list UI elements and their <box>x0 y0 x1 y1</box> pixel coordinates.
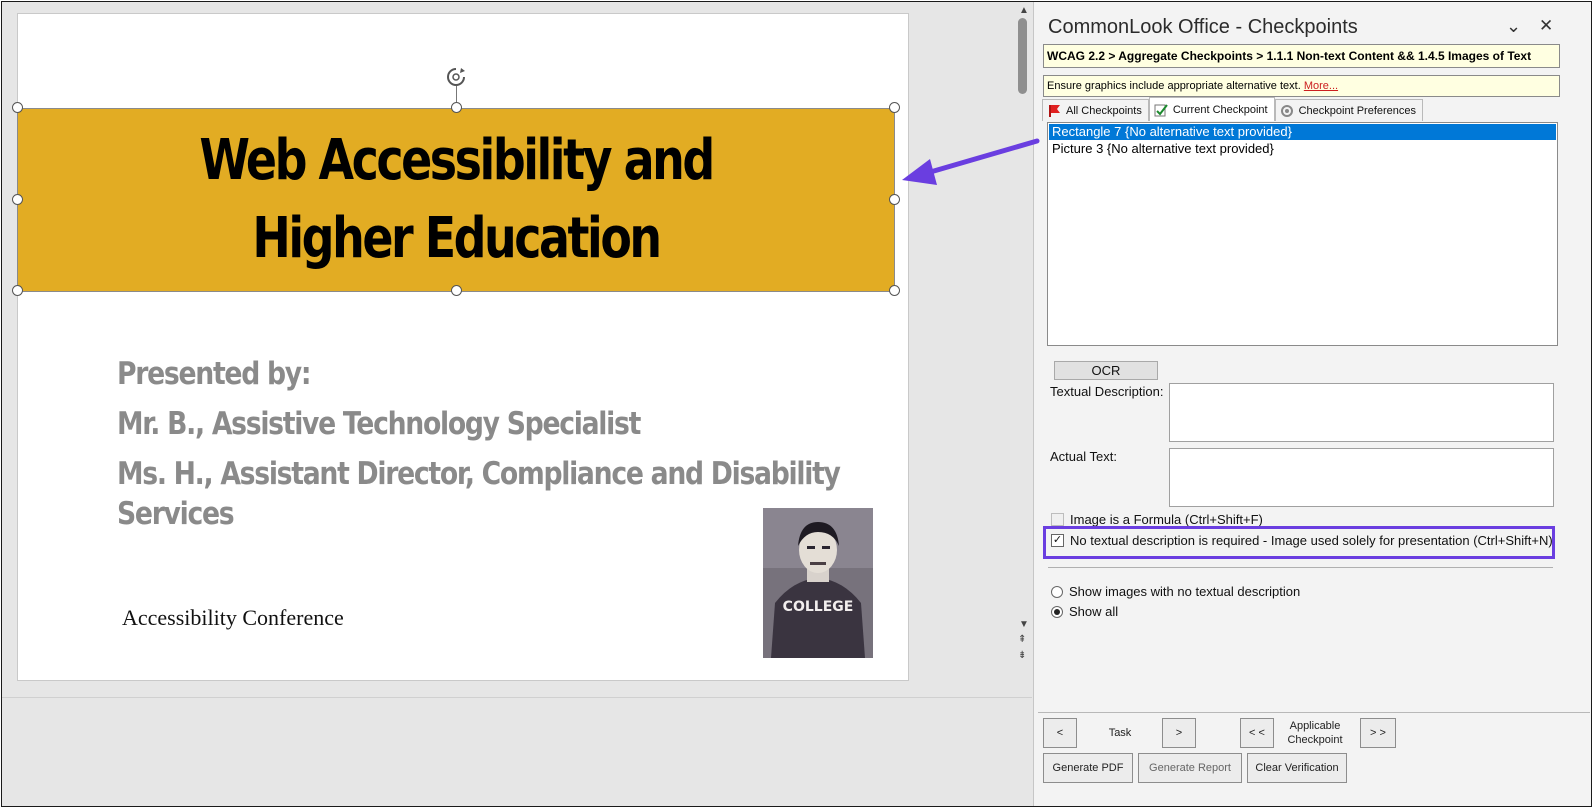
checkpoint-results-list[interactable]: Rectangle 7 {No alternative text provide… <box>1047 122 1558 346</box>
checkpoint-label: Checkpoint <box>1287 734 1343 746</box>
tab-current-checkpoint[interactable]: Current Checkpoint <box>1148 97 1275 121</box>
list-item[interactable]: Rectangle 7 {No alternative text provide… <box>1049 124 1556 140</box>
app-window: Web Accessibility and Higher Education P… <box>1 1 1592 807</box>
scroll-down-icon[interactable]: ▼ <box>1019 619 1029 630</box>
rotate-handle-icon[interactable] <box>444 66 468 88</box>
bottom-divider <box>1038 712 1590 713</box>
chevron-down-icon[interactable]: ⌄ <box>1506 16 1521 37</box>
preferences-icon <box>1280 104 1293 117</box>
resize-handle-middle-right[interactable] <box>889 194 900 205</box>
applicable-label: Applicable <box>1289 720 1341 732</box>
tab-all-checkpoints[interactable]: All Checkpoints <box>1042 99 1149 121</box>
checkpoint-icon <box>1154 103 1168 116</box>
panel-tabs: All Checkpoints Current Checkpoint Check… <box>1042 97 1424 121</box>
tab-label: All Checkpoints <box>1066 104 1142 117</box>
conference-text[interactable]: Accessibility Conference <box>122 605 344 631</box>
radio-show-all-row[interactable]: Show all <box>1051 604 1118 619</box>
vertical-scrollbar[interactable] <box>1015 2 1032 697</box>
tab-label: Checkpoint Preferences <box>1298 104 1417 117</box>
presenter-line: Mr. B., Assistive Technology Specialist <box>117 406 641 442</box>
clear-verification-button[interactable]: Clear Verification <box>1247 753 1347 783</box>
resize-handle-bottom-center[interactable] <box>451 285 462 296</box>
previous-slide-icon[interactable]: ⇞ <box>1018 634 1026 645</box>
next-slide-icon[interactable]: ⇟ <box>1018 650 1026 661</box>
presented-by-line: Presented by: <box>117 356 312 392</box>
checkpoints-panel: CommonLook Office - Checkpoints ⌄ ✕ WCAG… <box>1033 2 1591 806</box>
slide-editor: Web Accessibility and Higher Education P… <box>2 2 1032 806</box>
formula-label: Image is a Formula (Ctrl+Shift+F) <box>1070 512 1263 527</box>
textual-description-label: Textual Description: <box>1050 384 1164 399</box>
checkpoint-next-button[interactable]: > > <box>1360 718 1396 748</box>
no-description-checkbox-row[interactable]: ✓ No textual description is required - I… <box>1051 533 1553 548</box>
resize-handle-top-center[interactable] <box>451 102 462 113</box>
radio-show-all-label: Show all <box>1069 604 1119 619</box>
actual-text-field[interactable] <box>1169 448 1554 507</box>
formula-checkbox-row[interactable]: Image is a Formula (Ctrl+Shift+F) <box>1051 512 1263 527</box>
resize-handle-bottom-left[interactable] <box>12 285 23 296</box>
task-previous-button[interactable]: < <box>1043 718 1077 748</box>
task-next-button[interactable]: > <box>1162 718 1196 748</box>
no-description-label: No textual description is required - Ima… <box>1070 533 1553 548</box>
resize-handle-top-left[interactable] <box>12 102 23 113</box>
red-flag-icon <box>1049 104 1060 117</box>
scrollbar-thumb[interactable] <box>1018 18 1027 94</box>
list-item[interactable]: Picture 3 {No alternative text provided} <box>1049 141 1556 157</box>
resize-handle-middle-left[interactable] <box>12 194 23 205</box>
editor-divider <box>2 697 1032 698</box>
radio-no-description-row[interactable]: Show images with no textual description <box>1051 584 1300 599</box>
more-link[interactable]: More... <box>1304 80 1338 92</box>
generate-pdf-button[interactable]: Generate PDF <box>1043 753 1133 783</box>
photo-caption: COLLEGE <box>783 599 854 615</box>
slide-canvas: Web Accessibility and Higher Education P… <box>12 13 909 681</box>
no-description-checkbox[interactable]: ✓ <box>1051 534 1064 547</box>
textual-description-field[interactable] <box>1169 383 1554 442</box>
applicable-checkpoint-label: Applicable Checkpoint <box>1282 719 1348 747</box>
slide-title: Web Accessibility and Higher Education <box>199 128 715 271</box>
presenter-line: Ms. H., Assistant Director, Compliance a… <box>117 456 841 532</box>
formula-checkbox[interactable] <box>1051 513 1064 526</box>
checkpoint-breadcrumb: WCAG 2.2 > Aggregate Checkpoints > 1.1.1… <box>1043 44 1560 68</box>
generate-report-button[interactable]: Generate Report <box>1138 753 1242 783</box>
resize-handle-top-right[interactable] <box>889 102 900 113</box>
title-rectangle[interactable]: Web Accessibility and Higher Education <box>17 108 895 292</box>
scroll-up-icon[interactable]: ▲ <box>1019 5 1029 16</box>
task-label: Task <box>1108 727 1132 739</box>
panel-title: CommonLook Office - Checkpoints <box>1048 16 1358 38</box>
tab-label: Current Checkpoint <box>1172 103 1268 116</box>
actual-text-label: Actual Text: <box>1050 449 1117 464</box>
college-photo-image: COLLEGE <box>763 508 873 658</box>
options-divider <box>1048 567 1553 568</box>
ocr-button[interactable]: OCR <box>1054 361 1158 380</box>
radio-no-description-label: Show images with no textual description <box>1069 584 1301 599</box>
presenter-photo[interactable]: COLLEGE <box>763 508 873 658</box>
checkpoint-previous-button[interactable]: < < <box>1240 718 1274 748</box>
radio-no-description[interactable] <box>1051 585 1063 598</box>
hint-text: Ensure graphics include appropriate alte… <box>1047 80 1301 92</box>
close-icon[interactable]: ✕ <box>1539 16 1553 36</box>
resize-handle-bottom-right[interactable] <box>889 285 900 296</box>
checkpoint-hint: Ensure graphics include appropriate alte… <box>1043 75 1560 97</box>
tab-checkpoint-preferences[interactable]: Checkpoint Preferences <box>1274 99 1424 121</box>
radio-show-all[interactable] <box>1051 605 1063 618</box>
